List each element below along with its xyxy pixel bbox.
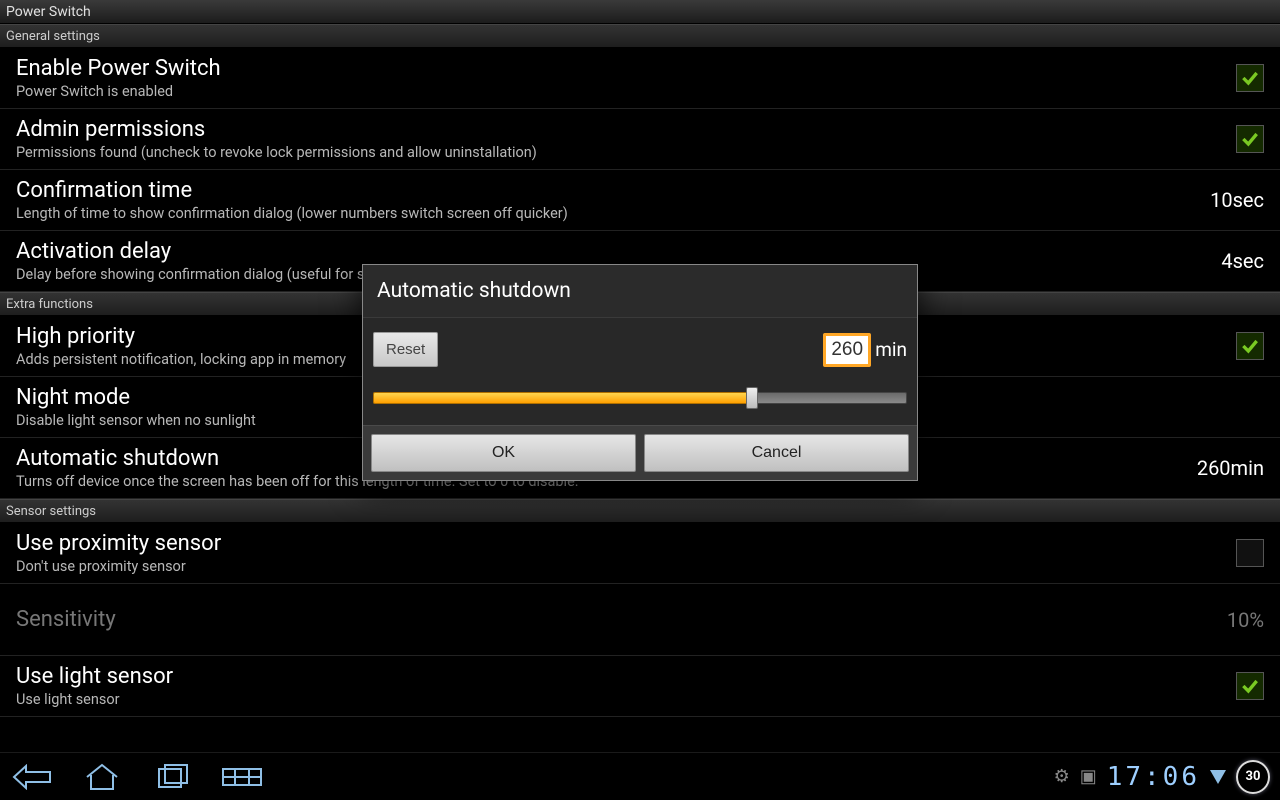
row-confirmation-time[interactable]: Confirmation time Length of time to show… bbox=[0, 170, 1280, 231]
row-subtitle: Power Switch is enabled bbox=[16, 83, 1220, 100]
gear-icon[interactable]: ⚙ bbox=[1054, 766, 1070, 787]
grid-icon[interactable] bbox=[220, 760, 264, 794]
app-title: Power Switch bbox=[0, 0, 1280, 24]
battery-icon: 30 bbox=[1236, 760, 1270, 794]
dialog-automatic-shutdown: Automatic shutdown Reset min OK Cancel bbox=[362, 264, 918, 481]
row-title: Sensitivity bbox=[16, 607, 1207, 632]
checkbox-light[interactable] bbox=[1236, 672, 1264, 700]
row-value: 260min bbox=[1177, 456, 1264, 480]
row-value: 4sec bbox=[1201, 249, 1264, 273]
back-icon[interactable] bbox=[10, 760, 54, 794]
dialog-title: Automatic shutdown bbox=[363, 265, 917, 318]
row-admin-permissions[interactable]: Admin permissions Permissions found (unc… bbox=[0, 109, 1280, 170]
check-icon bbox=[1240, 129, 1260, 149]
wifi-icon bbox=[1210, 770, 1226, 784]
shutdown-unit-label: min bbox=[875, 338, 907, 361]
row-value: 10sec bbox=[1190, 188, 1264, 212]
row-value: 10% bbox=[1207, 608, 1264, 632]
cancel-button[interactable]: Cancel bbox=[644, 434, 909, 472]
section-header-sensor: Sensor settings bbox=[0, 499, 1280, 523]
recent-apps-icon[interactable] bbox=[150, 760, 194, 794]
row-subtitle: Permissions found (uncheck to revoke loc… bbox=[16, 144, 1220, 161]
shutdown-slider[interactable] bbox=[373, 387, 907, 409]
row-sensitivity: Sensitivity 10% bbox=[0, 584, 1280, 656]
system-bar: ⚙ ▣ 17:06 30 bbox=[0, 752, 1280, 800]
clock: 17:06 bbox=[1107, 762, 1200, 792]
row-title: Admin permissions bbox=[16, 117, 1220, 142]
slider-fill bbox=[373, 392, 752, 404]
reset-button[interactable]: Reset bbox=[373, 332, 438, 367]
checkbox-enable[interactable] bbox=[1236, 64, 1264, 92]
row-subtitle: Don't use proximity sensor bbox=[16, 558, 1220, 575]
row-title: Use proximity sensor bbox=[16, 531, 1220, 556]
slider-thumb[interactable] bbox=[746, 387, 758, 409]
ok-button[interactable]: OK bbox=[371, 434, 636, 472]
checkbox-admin[interactable] bbox=[1236, 125, 1264, 153]
row-subtitle: Use light sensor bbox=[16, 691, 1220, 708]
row-enable-power-switch[interactable]: Enable Power Switch Power Switch is enab… bbox=[0, 48, 1280, 109]
row-title: Activation delay bbox=[16, 239, 1201, 264]
row-title: Use light sensor bbox=[16, 664, 1220, 689]
screenshot-icon[interactable]: ▣ bbox=[1080, 766, 1097, 787]
check-icon bbox=[1240, 676, 1260, 696]
shutdown-value-input[interactable] bbox=[823, 333, 871, 367]
row-title: Enable Power Switch bbox=[16, 56, 1220, 81]
section-header-general: General settings bbox=[0, 24, 1280, 48]
row-light-sensor[interactable]: Use light sensor Use light sensor bbox=[0, 656, 1280, 717]
row-subtitle: Length of time to show confirmation dial… bbox=[16, 205, 1190, 222]
home-icon[interactable] bbox=[80, 760, 124, 794]
row-proximity-sensor[interactable]: Use proximity sensor Don't use proximity… bbox=[0, 523, 1280, 584]
checkbox-proximity[interactable] bbox=[1236, 539, 1264, 567]
row-title: Confirmation time bbox=[16, 178, 1190, 203]
check-icon bbox=[1240, 336, 1260, 356]
checkbox-priority[interactable] bbox=[1236, 332, 1264, 360]
check-icon bbox=[1240, 68, 1260, 88]
